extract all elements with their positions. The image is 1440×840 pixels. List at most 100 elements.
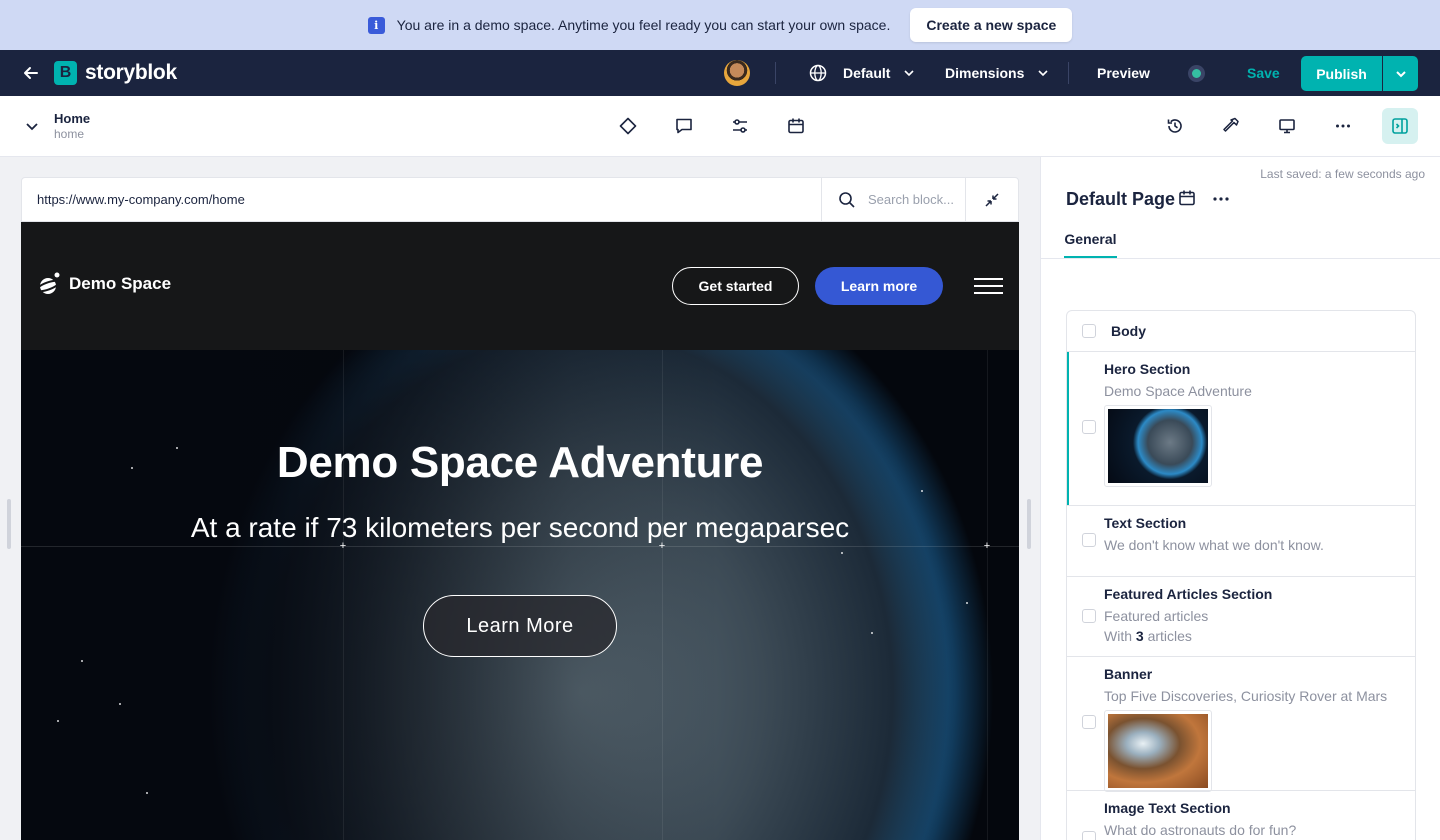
- chevron-down-icon[interactable]: [24, 118, 40, 134]
- panel-title: Default Page: [1066, 189, 1176, 209]
- blok-checkbox[interactable]: [1082, 831, 1096, 840]
- grid-guide: [662, 350, 663, 840]
- info-icon: i: [367, 16, 385, 34]
- count-prefix: With: [1104, 628, 1132, 644]
- panel-toggle-icon[interactable]: [1382, 108, 1418, 144]
- blok-banner[interactable]: Banner Top Five Discoveries, Curiosity R…: [1067, 657, 1415, 792]
- block-search-input[interactable]: [868, 192, 956, 207]
- blok-featured-articles-section[interactable]: Featured Articles Section Featured artic…: [1067, 577, 1415, 657]
- blok-description: Featured articles: [1104, 608, 1209, 624]
- preview-url[interactable]: https://www.my-company.com/home: [22, 192, 821, 207]
- brand-name: storyblok: [85, 61, 177, 84]
- blok-checkbox[interactable]: [1082, 420, 1096, 434]
- hero-learn-more-button[interactable]: Learn More: [423, 595, 617, 657]
- body-field: Body Hero Section Demo Space Adventure T…: [1066, 310, 1416, 840]
- blok-checkbox[interactable]: [1082, 533, 1096, 547]
- dimensions-select[interactable]: Dimensions: [945, 50, 1048, 96]
- divider: [1041, 258, 1440, 259]
- top-navigation: B storyblok Default Dimensions Preview S…: [0, 50, 1440, 96]
- blok-description: We don't know what we don't know.: [1104, 537, 1324, 553]
- visual-editor-preview: https://www.my-company.com/home Demo Spa…: [0, 157, 1040, 840]
- back-arrow-icon[interactable]: [22, 64, 40, 82]
- site-logo[interactable]: Demo Space: [37, 272, 171, 296]
- story-toolbar: Home home: [0, 96, 1440, 157]
- resize-handle-left[interactable]: [7, 499, 11, 549]
- create-space-button[interactable]: Create a new space: [910, 8, 1073, 42]
- grid-guide: [987, 350, 988, 840]
- publish-options-button[interactable]: [1383, 56, 1418, 91]
- planet-icon: [37, 272, 61, 294]
- blok-image-text-section[interactable]: Image Text Section What do astronauts do…: [1067, 791, 1415, 840]
- blok-article-count: With 3 articles: [1104, 629, 1403, 643]
- resize-handle-right[interactable]: [1027, 499, 1031, 549]
- storyblok-logo[interactable]: B storyblok: [54, 61, 177, 85]
- publish-button[interactable]: Publish: [1301, 56, 1382, 91]
- body-header: Body: [1067, 311, 1415, 352]
- tab-general[interactable]: General: [1064, 231, 1117, 258]
- blok-description: Demo Space Adventure: [1104, 383, 1252, 399]
- blok-name: Image Text Section: [1104, 800, 1231, 816]
- comment-icon[interactable]: [672, 114, 696, 138]
- preview-url-bar: https://www.my-company.com/home: [21, 177, 1019, 222]
- blok-description: Top Five Discoveries, Curiosity Rover at…: [1104, 688, 1388, 704]
- blok-thumbnail: [1104, 405, 1212, 487]
- demo-banner-text: You are in a demo space. Anytime you fee…: [396, 17, 891, 33]
- demo-banner: i You are in a demo space. Anytime you f…: [0, 0, 1440, 50]
- more-icon[interactable]: [1331, 114, 1355, 138]
- calendar-icon[interactable]: [1178, 189, 1196, 207]
- blok-name: Banner: [1104, 666, 1153, 682]
- block-search[interactable]: [821, 178, 965, 221]
- website-preview: Demo Space Get started Learn more + + + …: [21, 222, 1019, 840]
- chevron-down-icon: [1395, 70, 1406, 77]
- blok-text-section[interactable]: Text Section We don't know what we don't…: [1067, 506, 1415, 577]
- preview-button[interactable]: Preview: [1097, 50, 1150, 96]
- divider: [1068, 62, 1069, 84]
- language-label: Default: [843, 65, 891, 81]
- get-started-button[interactable]: Get started: [672, 267, 799, 305]
- blok-thumbnail: [1104, 710, 1212, 792]
- blok-hero-section[interactable]: Hero Section Demo Space Adventure: [1067, 352, 1415, 506]
- mars-thumbnail-image: [1108, 714, 1208, 788]
- globe-icon: [809, 64, 827, 82]
- grid-guide: [343, 350, 344, 840]
- save-button[interactable]: Save: [1234, 56, 1293, 90]
- language-select[interactable]: Default: [809, 50, 915, 96]
- dimensions-label: Dimensions: [945, 65, 1025, 81]
- learn-more-nav-button[interactable]: Learn more: [815, 267, 943, 305]
- monitor-icon[interactable]: [1275, 114, 1299, 138]
- count-value: 3: [1135, 628, 1144, 644]
- chevron-down-icon: [904, 70, 915, 77]
- search-icon: [839, 191, 855, 208]
- earth-thumbnail-image: [1108, 409, 1208, 483]
- divider: [775, 62, 776, 84]
- blok-name: Featured Articles Section: [1104, 586, 1273, 602]
- hamburger-icon[interactable]: [974, 278, 1003, 294]
- hammer-icon[interactable]: [1219, 114, 1243, 138]
- blok-checkbox[interactable]: [1082, 715, 1096, 729]
- history-icon[interactable]: [1163, 114, 1187, 138]
- story-slug: home: [54, 127, 85, 141]
- more-icon[interactable]: [1211, 191, 1231, 207]
- avatar[interactable]: [724, 60, 750, 86]
- status-indicator-icon: [1188, 65, 1205, 82]
- blok-checkbox[interactable]: [1082, 609, 1096, 623]
- body-label: Body: [1111, 323, 1146, 339]
- blok-name: Text Section: [1104, 515, 1187, 531]
- grid-guide: [21, 546, 1019, 547]
- hero-title[interactable]: Demo Space Adventure: [21, 438, 1019, 488]
- blok-name: Hero Section: [1104, 361, 1191, 377]
- diamond-icon[interactable]: [616, 114, 640, 138]
- blok-description: What do astronauts do for fun?: [1104, 822, 1297, 838]
- chevron-down-icon: [1038, 70, 1048, 77]
- minimize-icon[interactable]: [965, 178, 1018, 221]
- site-logo-text: Demo Space: [69, 274, 172, 293]
- select-all-checkbox[interactable]: [1082, 324, 1096, 338]
- count-suffix: articles: [1147, 628, 1192, 644]
- site-header: Demo Space Get started Learn more: [21, 222, 1019, 350]
- story-title: Home: [54, 111, 91, 126]
- last-saved-text: Last saved: a few seconds ago: [1260, 167, 1425, 181]
- calendar-icon[interactable]: [784, 114, 808, 138]
- content-panel: Last saved: a few seconds ago Default Pa…: [1040, 157, 1440, 840]
- hero-subtitle[interactable]: At a rate if 73 kilometers per second pe…: [21, 512, 1019, 544]
- sliders-icon[interactable]: [728, 114, 752, 138]
